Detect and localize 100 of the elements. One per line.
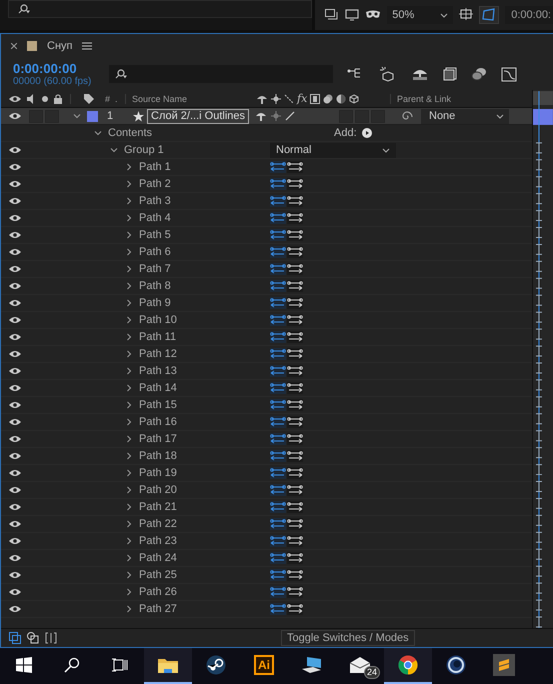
sun-icon[interactable] <box>271 111 281 121</box>
eye-icon[interactable] <box>9 452 21 460</box>
eye-icon[interactable] <box>9 537 21 545</box>
switch-box[interactable] <box>29 110 43 122</box>
chevron-icon[interactable] <box>125 554 133 562</box>
brackets-icon[interactable] <box>45 632 57 644</box>
eye-icon[interactable] <box>9 180 21 188</box>
chevron-icon[interactable] <box>125 333 133 341</box>
switch-box[interactable] <box>355 110 369 122</box>
chevron-icon[interactable] <box>125 435 133 443</box>
reverse-path-icon[interactable] <box>270 161 286 173</box>
chevron-icon[interactable] <box>125 282 133 290</box>
forward-path-icon[interactable] <box>287 246 303 258</box>
forward-path-icon[interactable] <box>287 569 303 581</box>
chevron-icon[interactable] <box>125 316 133 324</box>
forward-path-icon[interactable] <box>287 416 303 428</box>
eye-icon[interactable] <box>9 486 21 494</box>
forward-path-icon[interactable] <box>287 161 303 173</box>
switch-box[interactable] <box>45 110 59 122</box>
switch-box[interactable] <box>339 110 353 122</box>
forward-path-icon[interactable] <box>287 518 303 530</box>
chevron-icon[interactable] <box>125 384 133 392</box>
shy-icon[interactable] <box>255 111 267 121</box>
reverse-path-icon[interactable] <box>270 416 286 428</box>
eye-icon[interactable] <box>9 316 21 324</box>
reverse-path-icon[interactable] <box>270 212 286 224</box>
chevron-icon[interactable] <box>125 520 133 528</box>
chevron-icon[interactable] <box>125 588 133 596</box>
chevron-icon[interactable] <box>125 503 133 511</box>
search-field[interactable] <box>109 65 333 83</box>
chevron-icon[interactable] <box>125 248 133 256</box>
glasses-icon[interactable] <box>365 9 382 21</box>
reverse-path-icon[interactable] <box>270 552 286 564</box>
forward-path-icon[interactable] <box>287 450 303 462</box>
eye-icon[interactable] <box>9 146 21 154</box>
forward-path-icon[interactable] <box>287 399 303 411</box>
forward-path-icon[interactable] <box>287 229 303 241</box>
reverse-path-icon[interactable] <box>270 433 286 445</box>
taskbar-button[interactable] <box>384 648 432 684</box>
chevron-icon[interactable] <box>125 452 133 460</box>
menu-icon[interactable] <box>82 42 92 50</box>
eye-icon[interactable] <box>9 367 21 375</box>
panel-tab[interactable]: Снуп <box>47 40 72 52</box>
forward-path-icon[interactable] <box>287 348 303 360</box>
timeline-drawing[interactable] <box>533 90 553 628</box>
chevron-icon[interactable] <box>94 129 102 137</box>
chevron-icon[interactable] <box>125 350 133 358</box>
reverse-path-icon[interactable] <box>270 535 286 547</box>
reverse-path-icon[interactable] <box>270 246 286 258</box>
taskbar-button[interactable] <box>144 648 192 684</box>
eye-icon[interactable] <box>9 401 21 409</box>
close-icon[interactable] <box>11 43 17 49</box>
zoom-dropdown[interactable]: 50% <box>387 6 454 24</box>
reverse-path-icon[interactable] <box>270 314 286 326</box>
current-time[interactable]: 0:00:00:00 <box>13 62 97 76</box>
monitor-icon[interactable] <box>345 9 360 21</box>
reverse-path-icon[interactable] <box>270 229 286 241</box>
reverse-path-icon[interactable] <box>270 586 286 598</box>
forward-path-icon[interactable] <box>287 314 303 326</box>
chevron-icon[interactable] <box>125 469 133 477</box>
chevron-icon[interactable] <box>125 231 133 239</box>
reverse-path-icon[interactable] <box>270 280 286 292</box>
eye-icon[interactable] <box>9 588 21 596</box>
eye-icon[interactable] <box>9 605 21 613</box>
forward-path-icon[interactable] <box>287 501 303 513</box>
forward-path-icon[interactable] <box>287 365 303 377</box>
eye-icon[interactable] <box>9 571 21 579</box>
eye-icon[interactable] <box>9 112 21 120</box>
chevron-icon[interactable] <box>125 367 133 375</box>
eye-icon[interactable] <box>9 333 21 341</box>
forward-path-icon[interactable] <box>287 484 303 496</box>
chevron-icon[interactable] <box>125 571 133 579</box>
reverse-path-icon[interactable] <box>270 399 286 411</box>
timecode-field[interactable]: 0:00:00: <box>505 6 553 24</box>
blend-mode-dropdown[interactable]: Normal <box>270 142 396 158</box>
comp-icon[interactable] <box>9 632 21 644</box>
eye-icon[interactable] <box>9 265 21 273</box>
chevron-icon[interactable] <box>125 214 133 222</box>
eye-icon[interactable] <box>9 350 21 358</box>
mask-button[interactable] <box>479 6 500 24</box>
forward-path-icon[interactable] <box>287 263 303 275</box>
reverse-path-icon[interactable] <box>270 467 286 479</box>
reverse-path-icon[interactable] <box>270 569 286 581</box>
chevron-icon[interactable] <box>125 197 133 205</box>
graph-icon[interactable] <box>501 66 517 82</box>
overlap-icon[interactable] <box>27 632 39 644</box>
eye-icon[interactable] <box>9 469 21 477</box>
film-icon[interactable] <box>443 67 457 81</box>
reverse-path-icon[interactable] <box>270 297 286 309</box>
chevron-icon[interactable] <box>125 486 133 494</box>
eye-icon[interactable] <box>9 248 21 256</box>
chevron-icon[interactable] <box>125 299 133 307</box>
frames-icon[interactable] <box>325 9 340 21</box>
eye-icon[interactable] <box>9 554 21 562</box>
forward-path-icon[interactable] <box>287 467 303 479</box>
reverse-path-icon[interactable] <box>270 501 286 513</box>
discs-icon[interactable] <box>471 67 487 81</box>
reverse-path-icon[interactable] <box>270 518 286 530</box>
shy-icon[interactable] <box>411 67 429 81</box>
taskbar-button[interactable]: Ai <box>240 648 288 684</box>
